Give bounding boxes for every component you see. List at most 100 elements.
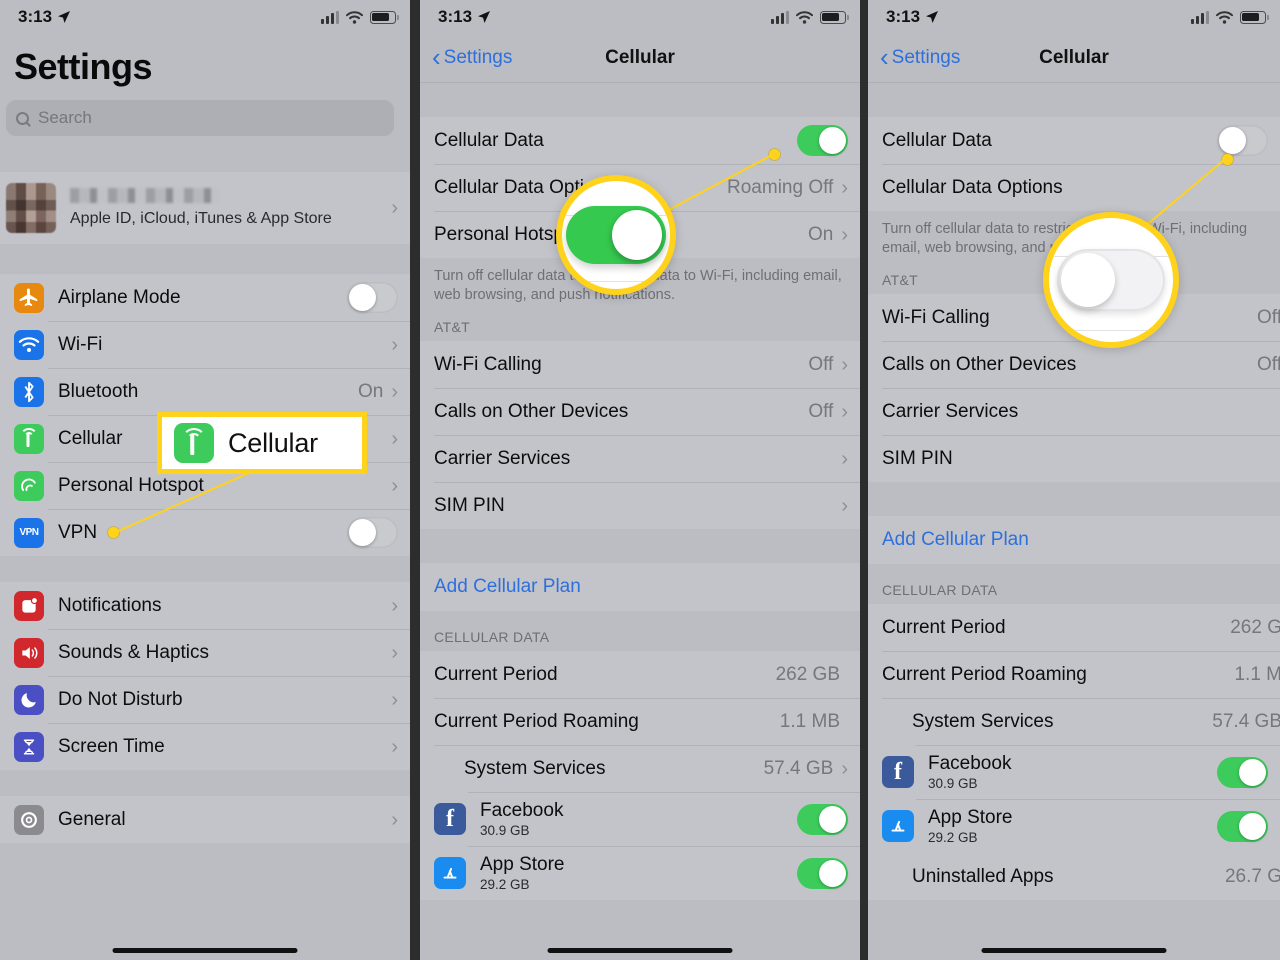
cellular-bars-icon — [1191, 10, 1209, 24]
sidebar-item-personal-hotspot[interactable]: Personal Hotspot — [0, 462, 410, 509]
app-name: App Store — [928, 807, 1013, 829]
apple-id-subtitle: Apple ID, iCloud, iTunes & App Store — [70, 210, 332, 227]
wifi-icon — [14, 329, 44, 360]
list-item[interactable]: System Services 57.4 GB — [420, 745, 860, 793]
list-item[interactable]: Wi-Fi Calling Off — [420, 341, 860, 389]
status-time: 3:13 — [886, 7, 921, 26]
row-value: 1.1 M — [1234, 663, 1280, 685]
list-item[interactable]: Cellular Data Options — [868, 164, 1280, 211]
settings-group-connectivity: Airplane Mode Wi-Fi Bluetooth On Cellula… — [0, 274, 410, 556]
sidebar-item-wi-fi[interactable]: Wi-Fi — [0, 321, 410, 368]
hourglass-icon — [14, 731, 44, 762]
cellular-data-group: Current Period 262 GB Current Period Roa… — [420, 651, 860, 793]
row-label: Calls on Other Devices — [882, 353, 1077, 375]
row-label: Cellular Data Options — [882, 176, 1063, 198]
cellular-top-group: Cellular Data Cellular Data Options — [868, 117, 1280, 211]
gear-icon — [14, 804, 44, 835]
list-item[interactable]: Carrier Services — [868, 388, 1280, 436]
list-item[interactable]: Carrier Services — [420, 435, 860, 483]
row-label: Cellular Data — [434, 129, 544, 151]
carrier-header: AT&T — [882, 272, 918, 289]
row-value: Off — [1257, 353, 1280, 375]
chevron-left-icon: ‹ — [432, 42, 441, 73]
toggle-switch[interactable] — [347, 517, 398, 548]
panel-divider — [410, 0, 420, 960]
back-button[interactable]: ‹ Settings — [420, 42, 512, 73]
sidebar-item-cellular[interactable]: Cellular — [0, 415, 410, 462]
app-store-icon — [882, 810, 914, 843]
list-item[interactable]: App Store 29.2 GB — [868, 799, 1280, 854]
list-item[interactable]: f Facebook 30.9 GB — [420, 792, 860, 847]
status-indicators — [321, 10, 399, 24]
status-time-group: 3:13 — [886, 7, 939, 27]
row-label: Do Not Disturb — [58, 688, 183, 710]
cellular-icon — [14, 423, 44, 454]
list-item[interactable]: SIM PIN — [420, 482, 860, 530]
list-item[interactable]: Current Period Roaming 1.1 MB — [420, 698, 860, 746]
toggle-switch[interactable] — [347, 282, 398, 313]
chevron-right-icon — [841, 225, 848, 245]
add-cellular-plan-button[interactable]: Add Cellular Plan — [420, 563, 860, 612]
chevron-right-icon — [391, 690, 398, 710]
sidebar-item-do-not-disturb[interactable]: Do Not Disturb — [0, 676, 410, 723]
chevron-right-icon — [391, 198, 398, 218]
row-value: 26.7 G — [1224, 865, 1280, 887]
search-icon — [16, 111, 29, 125]
app-data-usage: 29.2 GB — [928, 830, 978, 846]
list-item[interactable]: Personal Hotspot On — [420, 211, 860, 258]
uninstalled-apps-group: Uninstalled Apps 26.7 G — [868, 853, 1280, 901]
list-item[interactable]: Cellular Data Options Roaming Off — [420, 164, 860, 211]
sidebar-item-bluetooth[interactable]: Bluetooth On — [0, 368, 410, 415]
list-item[interactable]: Uninstalled Apps 26.7 G — [868, 853, 1280, 901]
back-button[interactable]: ‹ Settings — [868, 44, 960, 70]
list-item[interactable]: App Store 29.2 GB — [420, 846, 860, 901]
list-item[interactable]: Calls on Other Devices Off — [868, 341, 1280, 389]
row-label: SIM PIN — [434, 494, 505, 516]
list-item[interactable]: Cellular Data — [868, 117, 1280, 164]
apple-id-row[interactable]: Apple ID, iCloud, iTunes & App Store — [0, 172, 410, 244]
list-item[interactable]: Wi-Fi Calling Off — [868, 294, 1280, 342]
add-cellular-plan-button[interactable]: Add Cellular Plan — [868, 516, 1280, 565]
sidebar-item-airplane-mode[interactable]: Airplane Mode — [0, 274, 410, 321]
panel-divider — [860, 0, 868, 960]
list-item[interactable]: Current Period 262 G — [868, 604, 1280, 652]
settings-group-notifications: Notifications Sounds & Haptics Do Not Di… — [0, 582, 410, 770]
row-label: Cellular — [58, 427, 123, 449]
row-label: SIM PIN — [882, 447, 953, 469]
sidebar-item-screen-time[interactable]: Screen Time — [0, 723, 410, 770]
app-data-usage: 29.2 GB — [480, 877, 530, 893]
row-label: Wi-Fi Calling — [434, 353, 542, 375]
toggle-switch[interactable] — [1217, 756, 1268, 788]
toggle-switch[interactable] — [797, 803, 848, 835]
carrier-header: AT&T — [434, 319, 470, 336]
row-value: 262 G — [1230, 616, 1280, 638]
list-item[interactable]: Current Period Roaming 1.1 M — [868, 651, 1280, 699]
sidebar-item-general[interactable]: General — [0, 796, 410, 843]
toggle-switch[interactable] — [797, 857, 848, 889]
toggle-switch[interactable] — [1217, 810, 1268, 842]
toggle-switch[interactable] — [797, 125, 848, 156]
list-item[interactable]: Cellular Data — [420, 117, 860, 164]
list-item[interactable]: System Services 57.4 GB — [868, 698, 1280, 746]
sidebar-item-notifications[interactable]: Notifications — [0, 582, 410, 629]
row-label: System Services — [464, 757, 606, 779]
cellular-footnote: Turn off cellular data to restrict all d… — [882, 221, 1248, 257]
panel-cellular-on: 3:13 ‹ Settings Cellular Cellular Data C… — [420, 0, 860, 960]
list-item[interactable]: SIM PIN — [868, 435, 1280, 483]
list-item[interactable]: f Facebook 30.9 GB — [868, 745, 1280, 800]
sidebar-item-vpn[interactable]: VPN VPN — [0, 509, 410, 556]
panel-cellular-off: 3:13 ‹ Settings Cellular Cellular Data C… — [868, 0, 1280, 960]
list-item[interactable]: Calls on Other Devices Off — [420, 388, 860, 436]
chevron-right-icon — [391, 810, 398, 830]
sidebar-item-sounds-haptics[interactable]: Sounds & Haptics — [0, 629, 410, 676]
search-placeholder: Search — [38, 108, 92, 127]
row-label: Airplane Mode — [58, 286, 181, 308]
list-item[interactable]: Current Period 262 GB — [420, 651, 860, 699]
row-label: Carrier Services — [434, 447, 571, 469]
row-value: 57.4 GB — [763, 757, 834, 779]
search-input[interactable]: Search — [6, 100, 394, 136]
toggle-switch[interactable] — [1217, 125, 1268, 156]
row-value: On — [357, 380, 384, 402]
